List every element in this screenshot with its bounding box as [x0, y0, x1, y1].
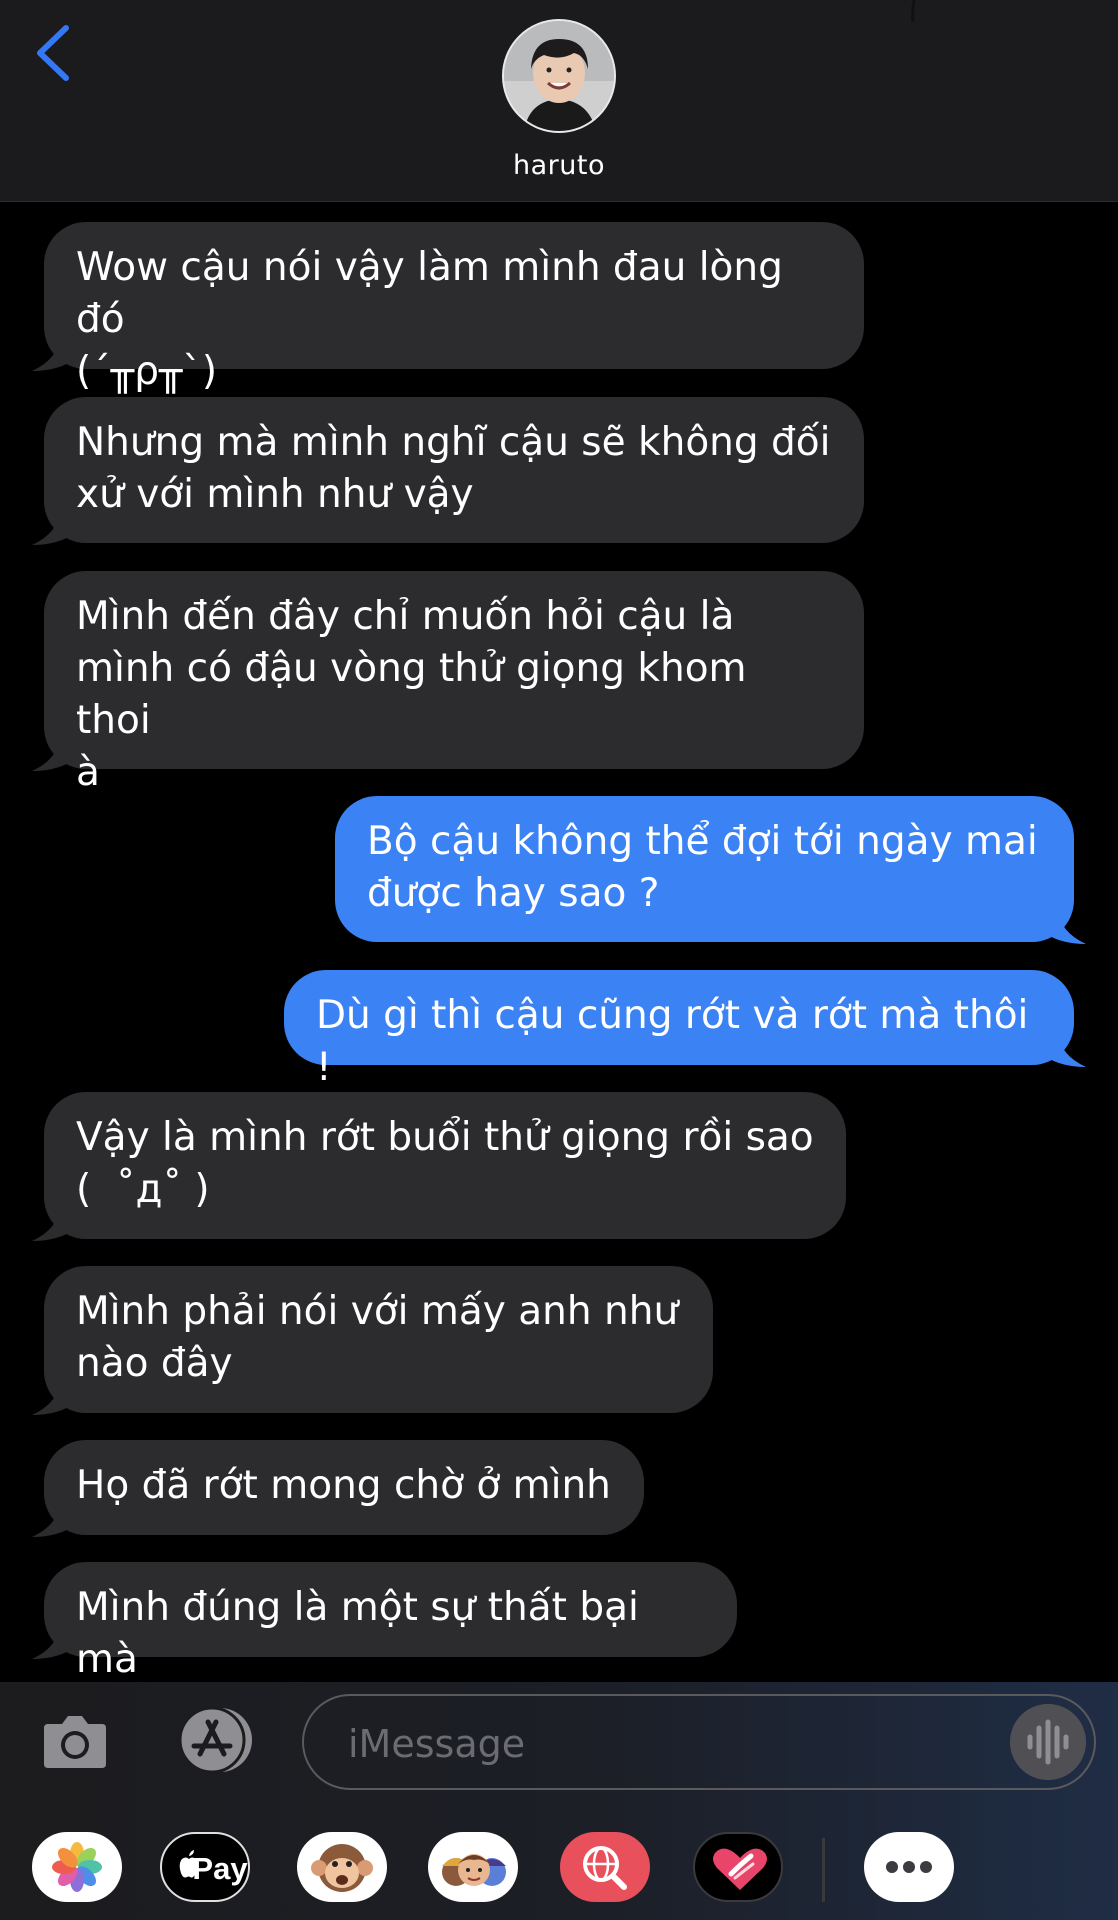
image-search-icon[interactable]: [560, 1832, 650, 1902]
message-bubble-incoming[interactable]: Mình phải nói với mấy anh như nào đây: [44, 1266, 713, 1413]
message-bubble-outgoing[interactable]: Bộ cậu không thể đợi tới ngày mai được h…: [335, 796, 1074, 942]
input-placeholder: iMessage: [348, 1722, 526, 1766]
bubble-tail: [32, 511, 72, 545]
bubble-tail: [32, 1207, 72, 1241]
imessage-input[interactable]: iMessage: [302, 1694, 1096, 1790]
waveform-icon[interactable]: [1010, 1704, 1086, 1780]
photos-icon[interactable]: [32, 1832, 122, 1902]
message-bubble-incoming[interactable]: Wow cậu nói vậy làm mình đau lòng đó (´╥…: [44, 222, 864, 394]
memoji-icon[interactable]: [428, 1832, 518, 1902]
bubble-tail: [32, 737, 72, 771]
apple-pay-label: Pay: [192, 1851, 248, 1886]
bubble-tail: [32, 1503, 72, 1537]
bubble-tail: [1046, 910, 1086, 944]
apple-pay-icon[interactable]: Pay: [160, 1832, 250, 1902]
conversation-header: haruto: [0, 0, 1118, 202]
contact-avatar[interactable]: [502, 19, 616, 133]
digital-touch-icon[interactable]: [693, 1832, 783, 1902]
message-bubble-incoming[interactable]: Mình đúng là một sự thất bại mà: [44, 1562, 737, 1682]
app-store-icon[interactable]: [170, 1706, 258, 1774]
status-mark: [911, 0, 916, 23]
message-bubble-incoming[interactable]: Vậy là mình rớt buổi thử giọng rồi sao (…: [44, 1092, 846, 1239]
composer-bar: iMessage Pay: [0, 1682, 1118, 1920]
chevron-left-icon[interactable]: [30, 22, 80, 84]
message-bubble-incoming[interactable]: Họ đã rớt mong chờ ở mình: [44, 1440, 644, 1535]
more-icon[interactable]: [864, 1832, 954, 1902]
camera-icon[interactable]: [42, 1710, 108, 1772]
message-bubble-outgoing[interactable]: Dù gì thì cậu cũng rớt và rớt mà thôi !: [284, 970, 1074, 1090]
message-bubble-incoming[interactable]: Mình đến đây chỉ muốn hỏi cậu là mình có…: [44, 571, 864, 795]
bubble-tail: [32, 1625, 72, 1659]
bubble-tail: [32, 1381, 72, 1415]
message-thread[interactable]: Wow cậu nói vậy làm mình đau lòng đó (´╥…: [0, 202, 1118, 1682]
app-drawer: Pay: [0, 1832, 1118, 1912]
bubble-tail: [32, 337, 72, 371]
message-bubble-incoming[interactable]: Nhưng mà mình nghĩ cậu sẽ không đối xử v…: [44, 397, 864, 543]
animoji-icon[interactable]: [297, 1832, 387, 1902]
contact-name[interactable]: haruto: [0, 150, 1118, 181]
bubble-tail: [1046, 1033, 1086, 1067]
app-drawer-divider: [822, 1838, 825, 1902]
